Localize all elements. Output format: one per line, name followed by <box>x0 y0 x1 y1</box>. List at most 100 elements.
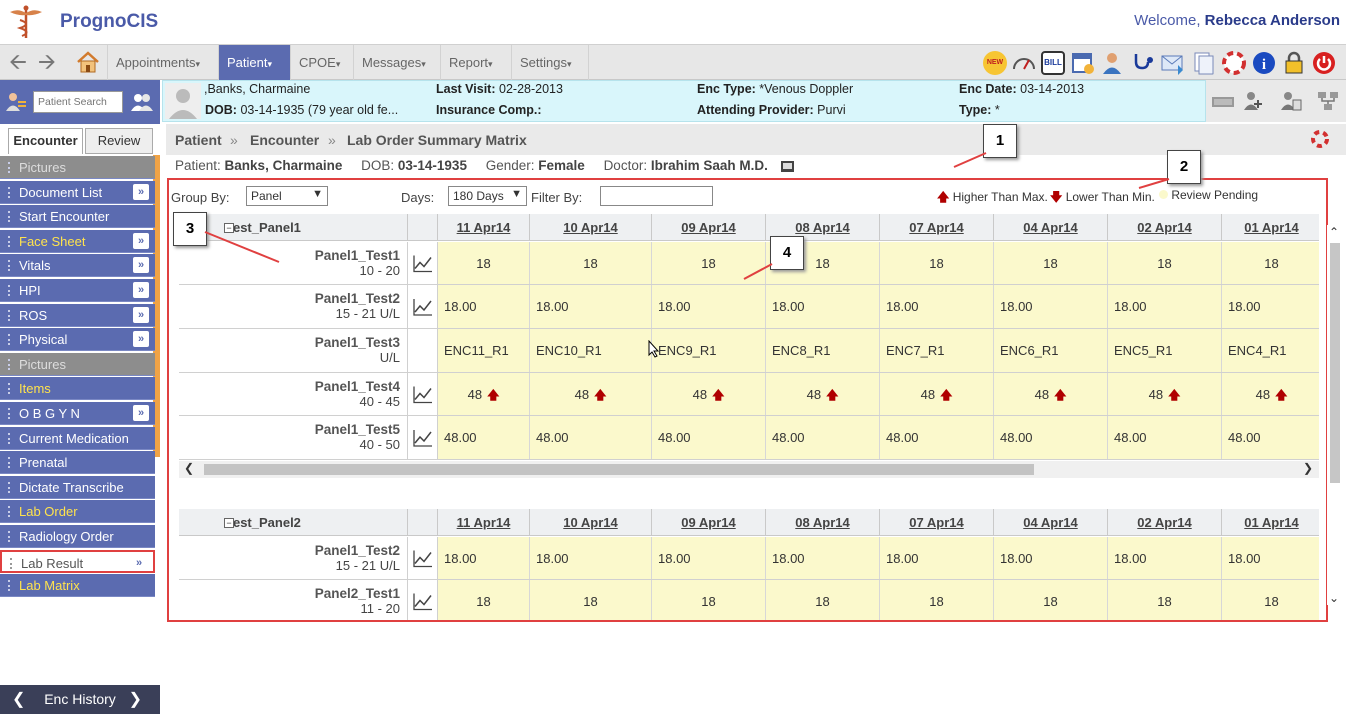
sidebar-item[interactable]: Physical » <box>0 328 155 352</box>
sidebar-item[interactable]: Vitals » <box>0 254 155 278</box>
result-cell[interactable]: 48.00 <box>880 416 994 459</box>
result-cell[interactable]: 18 <box>1108 580 1222 620</box>
lock-icon[interactable] <box>1282 51 1306 75</box>
collapse-panel-icon[interactable]: − <box>224 518 234 528</box>
stethoscope-icon[interactable] <box>1131 51 1155 75</box>
horizontal-scrollbar[interactable]: ❮ ❯ <box>179 461 1319 478</box>
sidebar-item[interactable]: Lab Result » <box>0 549 155 573</box>
result-cell[interactable]: 18 <box>880 242 994 284</box>
panel-title[interactable]: Test_Panel2 <box>179 509 408 536</box>
result-cell[interactable]: 18.00 <box>530 537 652 579</box>
sidebar-item[interactable]: Radiology Order <box>0 525 155 548</box>
menu-report[interactable]: Report▾ <box>440 45 511 80</box>
result-cell[interactable]: 48 🡅 <box>880 373 994 415</box>
expand-chevron-icon[interactable]: » <box>133 306 149 323</box>
date-column-header[interactable]: 02 Apr14 <box>1108 214 1222 241</box>
trend-graph-icon[interactable] <box>408 285 438 328</box>
result-cell[interactable]: 18.00 <box>1108 537 1222 579</box>
result-cell[interactable]: 18 <box>438 242 530 284</box>
forward-arrow-icon[interactable]: 🡪 <box>38 51 56 73</box>
sidebar-item[interactable]: HPI » <box>0 279 155 302</box>
date-column-header[interactable]: 11 Apr14 <box>438 509 530 536</box>
result-cell[interactable]: 18.00 <box>438 285 530 328</box>
date-column-header[interactable]: 10 Apr14 <box>530 214 652 241</box>
result-cell[interactable]: ENC7_R1 <box>880 329 994 372</box>
result-cell[interactable]: 48.00 <box>652 416 766 459</box>
menu-appointments[interactable]: Appointments▾ <box>107 45 218 80</box>
result-cell[interactable]: 18.00 <box>652 285 766 328</box>
trend-graph-icon[interactable] <box>408 537 438 579</box>
patients-group-icon[interactable] <box>130 92 154 112</box>
result-cell[interactable]: 18 <box>994 242 1108 284</box>
filter-by-input[interactable] <box>600 186 713 206</box>
tab-review[interactable]: Review <box>85 128 153 154</box>
result-cell[interactable]: ENC9_R1 <box>652 329 766 372</box>
sidebar-item[interactable]: Lab Matrix <box>0 574 155 598</box>
result-cell[interactable]: 48.00 <box>530 416 652 459</box>
result-cell[interactable]: 48.00 <box>766 416 880 459</box>
result-cell[interactable]: 18.00 <box>438 537 530 579</box>
date-column-header[interactable]: 10 Apr14 <box>530 509 652 536</box>
result-cell[interactable]: 18 <box>1222 580 1319 620</box>
help-lifebuoy-icon[interactable] <box>1310 129 1330 149</box>
result-cell[interactable]: 18 <box>1222 242 1319 284</box>
expand-chevron-icon[interactable]: » <box>133 405 149 421</box>
user-name[interactable]: Rebecca Anderson <box>1205 12 1340 29</box>
documents-icon[interactable] <box>1191 51 1215 75</box>
breadcrumb-encounter[interactable]: Encounter <box>250 132 319 148</box>
expand-chevron-icon[interactable]: » <box>133 331 149 348</box>
sidebar-item[interactable]: ROS » <box>0 303 155 327</box>
scroll-down-icon[interactable]: ⌄ <box>1329 591 1339 605</box>
result-cell[interactable]: 18 <box>994 580 1108 620</box>
date-column-header[interactable]: 04 Apr14 <box>994 509 1108 536</box>
lifebuoy-icon[interactable] <box>1222 51 1246 75</box>
expand-chevron-icon[interactable]: » <box>133 282 149 298</box>
expand-chevron-icon[interactable]: » <box>131 555 147 571</box>
result-cell[interactable]: 18.00 <box>1222 537 1319 579</box>
info-icon[interactable]: i <box>1252 51 1276 75</box>
new-badge-icon[interactable]: NEW <box>983 51 1007 75</box>
result-cell[interactable]: ENC6_R1 <box>994 329 1108 372</box>
result-cell[interactable]: ENC8_R1 <box>766 329 880 372</box>
result-cell[interactable]: ENC5_R1 <box>1108 329 1222 372</box>
breadcrumb-patient[interactable]: Patient <box>175 132 222 148</box>
result-cell[interactable]: 18.00 <box>880 285 994 328</box>
result-cell[interactable]: 48 🡅 <box>438 373 530 415</box>
menu-settings[interactable]: Settings▾ <box>511 45 589 80</box>
power-icon[interactable] <box>1312 51 1336 75</box>
menu-messages[interactable]: Messages▾ <box>353 45 440 80</box>
trend-graph-icon[interactable] <box>408 242 438 284</box>
result-cell[interactable]: 48.00 <box>1108 416 1222 459</box>
user-add-icon[interactable] <box>1242 90 1264 112</box>
monitor-icon[interactable] <box>1210 91 1236 111</box>
result-cell[interactable]: 48 🡅 <box>766 373 880 415</box>
vertical-scroll-thumb[interactable] <box>1330 243 1340 483</box>
expand-chevron-icon[interactable]: » <box>133 232 149 249</box>
menu-patient[interactable]: Patient▾ <box>218 45 290 80</box>
trend-graph-icon[interactable] <box>408 373 438 415</box>
sidebar-item[interactable]: Start Encounter <box>0 205 155 229</box>
result-cell[interactable]: 18.00 <box>994 537 1108 579</box>
sidebar-item[interactable]: Prenatal <box>0 451 155 475</box>
result-cell[interactable]: 18.00 <box>530 285 652 328</box>
result-cell[interactable]: 48 🡅 <box>530 373 652 415</box>
date-column-header[interactable]: 09 Apr14 <box>652 509 766 536</box>
menu-cpoe[interactable]: CPOE▾ <box>290 45 353 80</box>
result-cell[interactable]: 48.00 <box>994 416 1108 459</box>
sidebar-item[interactable]: Current Medication <box>0 426 155 450</box>
sidebar-item[interactable]: Lab Order <box>0 500 155 524</box>
result-cell[interactable]: 18.00 <box>994 285 1108 328</box>
result-cell[interactable]: 18.00 <box>1108 285 1222 328</box>
result-cell[interactable]: 48.00 <box>438 416 530 459</box>
trend-graph-icon[interactable] <box>408 580 438 620</box>
scroll-right-icon[interactable]: ❯ <box>1303 461 1313 475</box>
result-cell[interactable]: 18 <box>880 580 994 620</box>
enc-history-button[interactable]: ❮ Enc History ❯ <box>0 685 160 714</box>
user-icon[interactable] <box>1100 51 1124 75</box>
network-icon[interactable] <box>1316 90 1340 112</box>
horizontal-scroll-thumb[interactable] <box>204 464 1034 475</box>
sidebar-item[interactable]: Pictures <box>0 156 155 179</box>
result-cell[interactable]: 18.00 <box>766 537 880 579</box>
result-cell[interactable]: ENC11_R1 <box>438 329 530 372</box>
result-cell[interactable]: 18.00 <box>766 285 880 328</box>
